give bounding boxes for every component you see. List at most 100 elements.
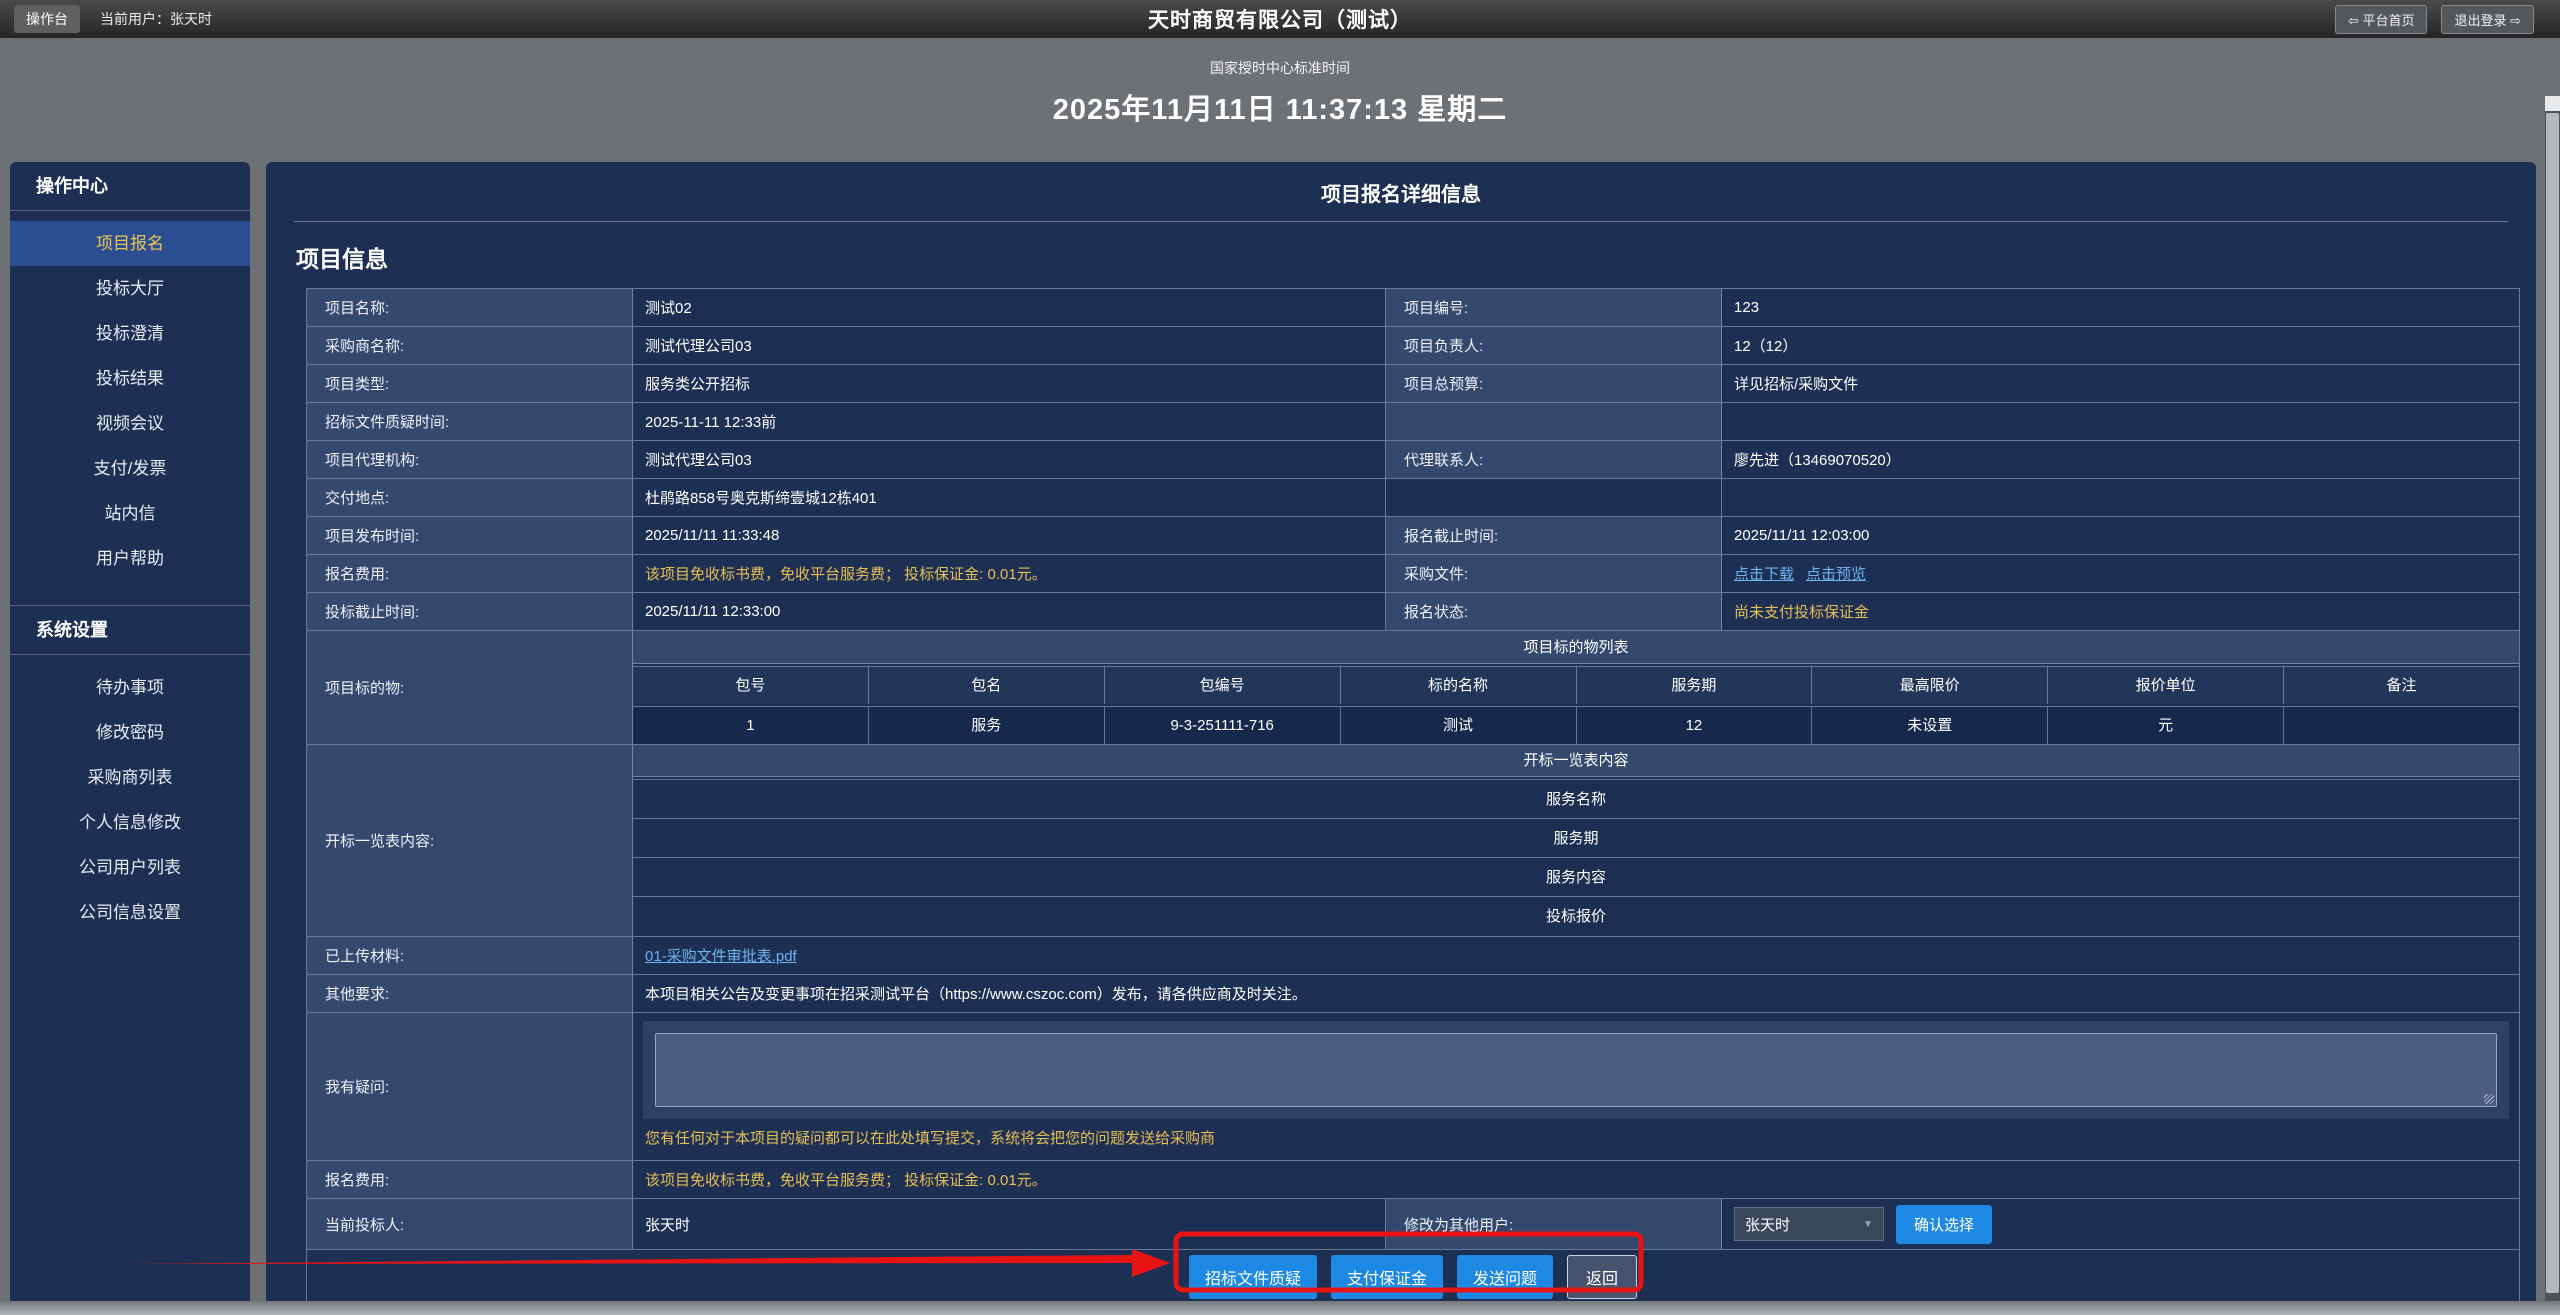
console-button[interactable]: 操作台 xyxy=(14,5,80,33)
uploaded-file-cell: 01-采购文件审批表.pdf xyxy=(633,937,2519,974)
app-title: 天时商贸有限公司（测试） xyxy=(0,4,2560,34)
sidebar-item-change-password[interactable]: 修改密码 xyxy=(10,710,250,755)
confirm-select-button[interactable]: 确认选择 xyxy=(1896,1205,1992,1244)
sidebar-item-bid-clarification[interactable]: 投标澄清 xyxy=(10,311,250,356)
table-row: 其他要求: 本项目相关公告及变更事项在招采测试平台（https://www.cs… xyxy=(307,975,2519,1013)
main-panel: 项目报名详细信息 项目信息 项目名称: 测试02 项目编号: 123 采购商名称… xyxy=(266,162,2536,1302)
question-hint: 您有任何对于本项目的疑问都可以在此处填写提交，系统将会把您的问题发送给采购商 xyxy=(643,1119,2509,1150)
resize-handle-icon[interactable] xyxy=(2484,1094,2494,1104)
field-label: 项目负责人: xyxy=(1386,327,1722,364)
table-row: 报名费用: 该项目免收标书费，免收平台服务费； 投标保证金: 0.01元。 采购… xyxy=(307,555,2519,593)
table-row: 报名费用: 该项目免收标书费，免收平台服务费； 投标保证金: 0.01元。 xyxy=(307,1161,2519,1199)
bid-form-table: 开标一览表内容 服务名称 服务期 服务内容 投标报价 xyxy=(633,745,2519,936)
sidebar-item-personal-info[interactable]: 个人信息修改 xyxy=(10,800,250,845)
section-title-project-info: 项目信息 xyxy=(296,240,2536,274)
field-label: 修改为其他用户: xyxy=(1386,1199,1722,1249)
table-row: 投标截止时间: 2025/11/11 12:33:00 报名状态: 尚未支付投标… xyxy=(307,593,2519,631)
doc-challenge-button[interactable]: 招标文件质疑 xyxy=(1189,1255,1317,1299)
bid-form-item: 服务期 xyxy=(633,819,2519,858)
sidebar-item-site-message[interactable]: 站内信 xyxy=(10,491,250,536)
action-buttons-row: 招标文件质疑 支付保证金 发送问题 返回 xyxy=(307,1250,2519,1304)
field-label: 项目标的物: xyxy=(307,631,633,744)
field-label: 投标截止时间: xyxy=(307,593,633,630)
page-bottom-fade xyxy=(0,1301,2560,1315)
sidebar-section-settings-title: 系统设置 xyxy=(10,605,250,655)
table-row: 项目名称: 测试02 项目编号: 123 xyxy=(307,289,2519,327)
bidder-select[interactable]: 张天时 ▼ xyxy=(1734,1207,1884,1241)
procurement-doc-links: 点击下载 点击预览 xyxy=(1722,555,2519,592)
table-row: 交付地点: 杜鹃路858号奥克斯缔壹城12栋401 xyxy=(307,479,2519,517)
sidebar-item-purchaser-list[interactable]: 采购商列表 xyxy=(10,755,250,800)
sidebar-item-video-meeting[interactable]: 视频会议 xyxy=(10,401,250,446)
back-button[interactable]: 返回 xyxy=(1567,1255,1637,1299)
clock-band: 国家授时中心标准时间 2025年11月11日 11:37:13 星期二 xyxy=(0,38,2560,162)
sidebar: 操作中心 项目报名 投标大厅 投标澄清 投标结果 视频会议 支付/发票 站内信 … xyxy=(10,162,250,1302)
bidder-row: 当前投标人: 张天时 修改为其他用户: 张天时 ▼ 确认选择 xyxy=(307,1199,2519,1250)
lot-cell: 服务 xyxy=(869,707,1105,744)
field-value: 详见招标/采购文件 xyxy=(1722,365,2519,402)
bid-form-item: 服务名称 xyxy=(633,780,2519,819)
field-label: 项目名称: xyxy=(307,289,633,326)
sidebar-item-company-info[interactable]: 公司信息设置 xyxy=(10,890,250,935)
bid-form-row: 开标一览表内容: 开标一览表内容 服务名称 服务期 服务内容 投标报价 xyxy=(307,745,2519,937)
field-label: 报名费用: xyxy=(307,555,633,592)
field-label: 我有疑问: xyxy=(307,1013,633,1160)
field-label: 报名状态: xyxy=(1386,593,1722,630)
standard-time: 2025年11月11日 11:37:13 星期二 xyxy=(0,86,2560,128)
platform-home-button[interactable]: ⇦ 平台首页 xyxy=(2335,5,2428,34)
lot-cell: 测试 xyxy=(1341,707,1577,744)
uploaded-file-link[interactable]: 01-采购文件审批表.pdf xyxy=(645,945,797,966)
question-box xyxy=(643,1021,2509,1119)
column-header: 最高限价 xyxy=(1812,667,2048,704)
sidebar-settings-items: 待办事项 修改密码 采购商列表 个人信息修改 公司用户列表 公司信息设置 xyxy=(10,655,250,945)
table-row: 项目发布时间: 2025/11/11 11:33:48 报名截止时间: 2025… xyxy=(307,517,2519,555)
topbar-left: 操作台 当前用户：张天时 xyxy=(14,5,212,33)
change-user-cell: 张天时 ▼ 确认选择 xyxy=(1722,1199,2519,1249)
empty-cell xyxy=(1386,479,1722,516)
field-value: 杜鹃路858号奥克斯缔壹城12栋401 xyxy=(633,479,1386,516)
field-label: 项目总预算: xyxy=(1386,365,1722,402)
field-label: 代理联系人: xyxy=(1386,441,1722,478)
field-label: 项目发布时间: xyxy=(307,517,633,554)
bidder-select-value: 张天时 xyxy=(1745,1214,1790,1235)
logout-button[interactable]: 退出登录 ⇨ xyxy=(2441,5,2534,34)
question-textarea[interactable] xyxy=(655,1033,2497,1107)
sidebar-item-project-signup[interactable]: 项目报名 xyxy=(10,221,250,266)
field-label: 开标一览表内容: xyxy=(307,745,633,936)
sidebar-item-user-help[interactable]: 用户帮助 xyxy=(10,536,250,581)
sidebar-item-todo[interactable]: 待办事项 xyxy=(10,665,250,710)
field-value: 本项目相关公告及变更事项在招采测试平台（https://www.cszoc.co… xyxy=(633,975,2519,1012)
field-value: 廖先进（13469070520） xyxy=(1722,441,2519,478)
sidebar-item-bid-hall[interactable]: 投标大厅 xyxy=(10,266,250,311)
field-label: 报名费用: xyxy=(307,1161,633,1198)
preview-doc-link[interactable]: 点击预览 xyxy=(1806,563,1866,584)
lot-cell: 元 xyxy=(2048,707,2284,744)
column-header: 备注 xyxy=(2284,667,2519,704)
project-info-table: 项目名称: 测试02 项目编号: 123 采购商名称: 测试代理公司03 项目负… xyxy=(306,288,2520,1305)
field-label: 报名截止时间: xyxy=(1386,517,1722,554)
download-doc-link[interactable]: 点击下载 xyxy=(1734,563,1794,584)
send-question-button[interactable]: 发送问题 xyxy=(1457,1255,1553,1299)
question-cell: 您有任何对于本项目的疑问都可以在此处填写提交，系统将会把您的问题发送给采购商 xyxy=(633,1013,2519,1160)
scrollbar-top-button[interactable] xyxy=(2545,96,2560,111)
sidebar-item-company-users[interactable]: 公司用户列表 xyxy=(10,845,250,890)
column-header: 报价单位 xyxy=(2048,667,2284,704)
lot-table-row: 项目标的物: 项目标的物列表 包号 包名 包编号 标的名称 服务期 最高限价 报… xyxy=(307,631,2519,745)
sidebar-item-payment-invoice[interactable]: 支付/发票 xyxy=(10,446,250,491)
field-label: 项目类型: xyxy=(307,365,633,402)
column-header: 包编号 xyxy=(1105,667,1341,704)
field-value: 2025/11/11 12:33:00 xyxy=(633,593,1386,630)
table-row: 已上传材料: 01-采购文件审批表.pdf xyxy=(307,937,2519,975)
bid-form-item: 投标报价 xyxy=(633,897,2519,936)
empty-value-cell xyxy=(1722,479,2519,516)
screen: 操作台 当前用户：张天时 天时商贸有限公司（测试） ⇦ 平台首页 退出登录 ⇨ … xyxy=(0,0,2560,1315)
pay-deposit-button[interactable]: 支付保证金 xyxy=(1331,1255,1443,1299)
field-label: 采购商名称: xyxy=(307,327,633,364)
lot-cell: 1 xyxy=(633,707,869,744)
scrollbar-thumb[interactable] xyxy=(2546,113,2559,1293)
empty-value-cell xyxy=(1722,403,2519,440)
vertical-scrollbar[interactable] xyxy=(2545,96,2560,1315)
sidebar-item-bid-results[interactable]: 投标结果 xyxy=(10,356,250,401)
field-label: 项目代理机构: xyxy=(307,441,633,478)
field-value: 12（12） xyxy=(1722,327,2519,364)
